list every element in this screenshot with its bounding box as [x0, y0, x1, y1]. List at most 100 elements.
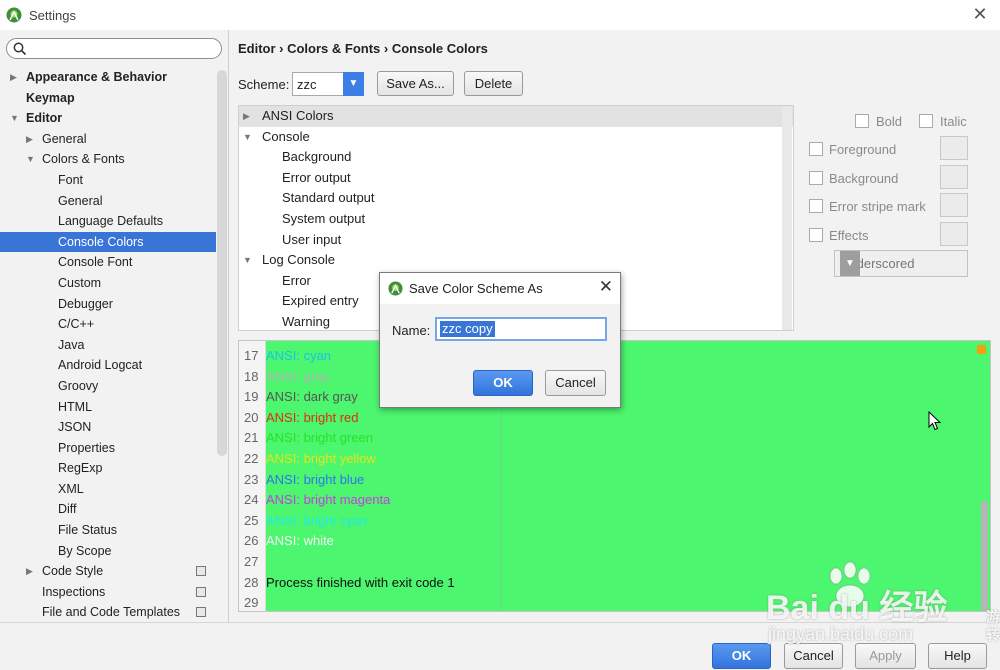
cancel-button[interactable]: Cancel	[784, 643, 843, 669]
preview-line-text: ANSI: bright magenta	[266, 492, 391, 508]
dialog-cancel-button[interactable]: Cancel	[545, 370, 606, 396]
sidebar-scrollbar[interactable]	[217, 70, 227, 456]
sidebar-item[interactable]: Debugger	[0, 294, 216, 315]
sidebar-item[interactable]: Inspections	[0, 582, 216, 603]
color-element-label: System output	[282, 210, 366, 226]
preview-line-text: Process finished with exit code 1	[266, 574, 455, 590]
search-icon	[13, 42, 27, 56]
line-number: 25	[244, 512, 259, 528]
collapsed-arrow-icon[interactable]: ▶	[26, 561, 33, 582]
sidebar-item[interactable]: File and Code Templates	[0, 602, 216, 623]
scheme-name-value: zzc copy	[440, 321, 495, 337]
elements-scrollbar[interactable]	[782, 106, 792, 330]
color-element-item[interactable]: ▶ ANSI Colors	[239, 106, 793, 127]
sidebar-item[interactable]: Groovy	[0, 376, 216, 397]
sidebar-item-label: General	[58, 193, 103, 208]
sidebar-item[interactable]: ▶ Appearance & Behavior	[0, 67, 216, 88]
foreground-color-swatch[interactable]	[940, 136, 968, 160]
sidebar-item[interactable]: ▼ Editor	[0, 108, 216, 129]
color-element-item[interactable]: Background	[239, 147, 793, 168]
sidebar-item[interactable]: Language Defaults	[0, 211, 216, 232]
sidebar-item[interactable]: Android Logcat	[0, 355, 216, 376]
expanded-arrow-icon[interactable]: ▼	[10, 108, 19, 129]
sidebar-item[interactable]: C/C++	[0, 314, 216, 335]
line-number: 24	[244, 492, 259, 508]
expanded-arrow-icon[interactable]: ▼	[243, 250, 252, 271]
sidebar-item[interactable]: JSON	[0, 417, 216, 438]
color-element-label: Log Console	[262, 252, 335, 268]
sidebar-item-label: Keymap	[26, 90, 75, 105]
color-element-label: Warning	[282, 313, 330, 329]
preview-line-text: ANSI: bright blue	[266, 471, 365, 487]
save-color-scheme-dialog: Save Color Scheme As ✕ Name: zzc copy OK…	[379, 272, 621, 408]
collapsed-arrow-icon[interactable]: ▶	[26, 129, 33, 150]
expanded-arrow-icon[interactable]: ▼	[243, 127, 252, 148]
sidebar-item-label: Properties	[58, 440, 115, 455]
background-checkbox[interactable]	[809, 171, 823, 185]
color-element-item[interactable]: User input	[239, 230, 793, 251]
chevron-down-icon[interactable]: ▼	[343, 72, 364, 96]
collapsed-arrow-icon[interactable]: ▶	[243, 106, 250, 127]
apply-button[interactable]: Apply	[855, 643, 916, 669]
dialog-ok-button[interactable]: OK	[473, 370, 533, 396]
sidebar-item[interactable]: Custom	[0, 273, 216, 294]
preview-line: 23 ANSI: bright blue	[239, 470, 990, 491]
sidebar-item[interactable]: XML	[0, 479, 216, 500]
sidebar-item[interactable]: Properties	[0, 438, 216, 459]
italic-checkbox[interactable]	[919, 114, 933, 128]
collapsed-arrow-icon[interactable]: ▶	[10, 67, 17, 88]
scheme-name-input[interactable]: zzc copy	[435, 317, 607, 341]
error-stripe-color-swatch[interactable]	[940, 193, 968, 217]
sidebar-item[interactable]: RegExp	[0, 458, 216, 479]
sidebar-item[interactable]: Diff	[0, 499, 216, 520]
save-as-button[interactable]: Save As...	[377, 71, 454, 96]
sidebar-item-label: Inspections	[42, 584, 106, 599]
effect-type-select[interactable]: Underscored ▼	[834, 250, 968, 277]
scheme-select[interactable]: zzc ▼	[292, 72, 364, 96]
sidebar-item[interactable]: Java	[0, 335, 216, 356]
sidebar-item-label: Diff	[58, 502, 77, 517]
effects-checkbox[interactable]	[809, 228, 823, 242]
sidebar-item[interactable]: By Scope	[0, 541, 216, 562]
chevron-down-icon[interactable]: ▼	[840, 251, 860, 276]
sidebar-item-label: Code Style	[42, 564, 104, 579]
bold-checkbox[interactable]	[855, 114, 869, 128]
color-element-item[interactable]: Standard output	[239, 188, 793, 209]
preview-line: 26 ANSI: white	[239, 531, 990, 552]
color-element-item[interactable]: Error output	[239, 168, 793, 189]
ok-button[interactable]: OK	[712, 643, 771, 669]
line-number: 21	[244, 430, 259, 446]
sidebar-item-label: Groovy	[58, 378, 99, 393]
sidebar-item[interactable]: ▶ Code Style	[0, 561, 216, 582]
preview-line: 20 ANSI: bright red	[239, 408, 990, 429]
expanded-arrow-icon[interactable]: ▼	[26, 149, 35, 170]
color-element-label: Standard output	[282, 190, 375, 206]
effects-color-swatch[interactable]	[940, 222, 968, 246]
color-element-item[interactable]: ▼ Log Console	[239, 250, 793, 271]
sidebar-item[interactable]: Font	[0, 170, 216, 191]
foreground-checkbox[interactable]	[809, 142, 823, 156]
sidebar-item[interactable]: Console Font	[0, 252, 216, 273]
search-input[interactable]	[6, 38, 222, 59]
color-element-label: Expired entry	[282, 293, 359, 309]
color-element-item[interactable]: System output	[239, 209, 793, 230]
color-element-label: User input	[282, 231, 342, 247]
sidebar-item[interactable]: Console Colors	[0, 231, 216, 253]
sidebar-item[interactable]: File Status	[0, 520, 216, 541]
color-element-item[interactable]: ▼ Console	[239, 127, 793, 148]
sidebar-item-label: Editor	[26, 111, 63, 126]
sidebar-item[interactable]: ▶ General	[0, 129, 216, 150]
help-button[interactable]: Help	[928, 643, 987, 669]
sidebar-item-label: Custom	[58, 275, 102, 290]
sidebar-item[interactable]: HTML	[0, 397, 216, 418]
background-color-swatch[interactable]	[940, 165, 968, 189]
error-stripe-checkbox[interactable]	[809, 199, 823, 213]
sidebar-item[interactable]: General	[0, 191, 216, 212]
sidebar-item[interactable]: ▼ Colors & Fonts	[0, 149, 216, 170]
sidebar-item[interactable]: Keymap	[0, 88, 216, 109]
close-dialog-icon[interactable]: ✕	[599, 277, 613, 297]
line-number: 19	[244, 389, 259, 405]
sidebar-item-label: File and Code Templates	[42, 605, 181, 620]
close-window-icon[interactable]: ✕	[970, 4, 990, 25]
delete-button[interactable]: Delete	[464, 71, 523, 96]
